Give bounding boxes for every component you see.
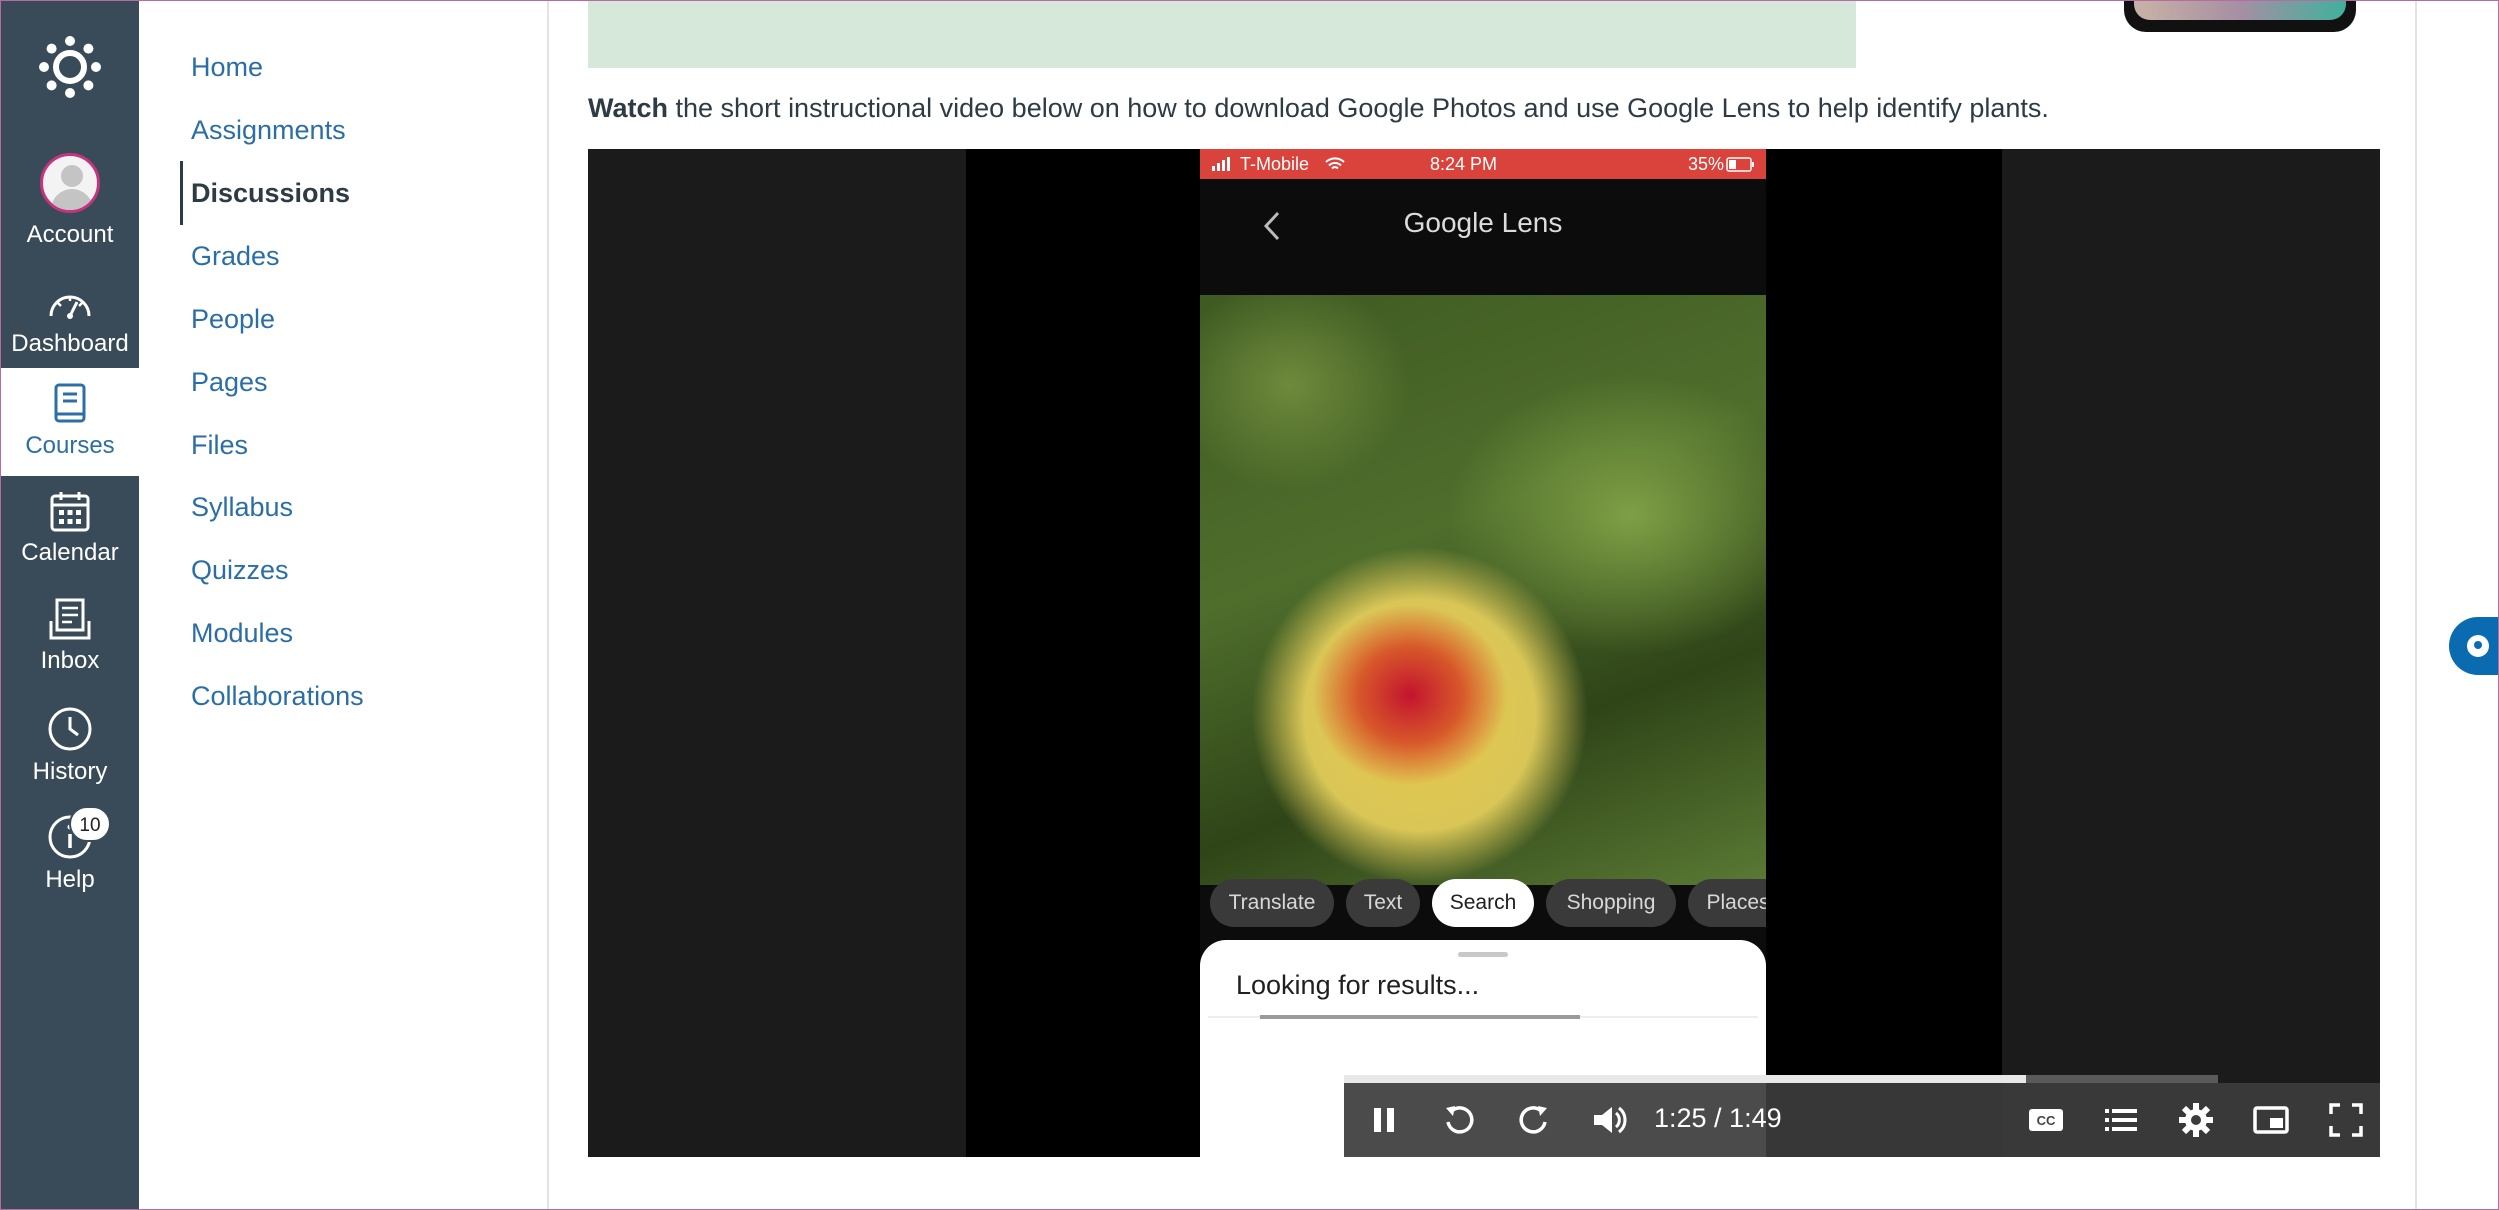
avatar (40, 153, 100, 213)
courses-book-icon (54, 383, 86, 423)
progress-played (1344, 1075, 2026, 1083)
video-controls: 1:25 / 1:49 CC (1344, 1083, 2380, 1157)
nav-inbox-label: Inbox (40, 647, 100, 674)
dashboard-gauge-icon (49, 295, 91, 319)
chip-places: Places (1688, 879, 1766, 927)
svg-text:CC: CC (2037, 1113, 2056, 1128)
calendar-icon (50, 492, 90, 532)
forward-icon[interactable] (1514, 1100, 1554, 1140)
nav-help-label: Help (45, 866, 95, 893)
loading-text: Looking for results... (1236, 970, 1480, 1000)
captions-icon[interactable]: CC (2026, 1100, 2066, 1140)
instruction-bold: Watch (588, 93, 668, 123)
nav-history-label: History (32, 758, 108, 785)
clock-label: 8:24 PM (1430, 154, 1498, 174)
nav-account-label: Account (26, 221, 114, 248)
course-navigation: Home Assignments Discussions Grades Peop… (139, 0, 549, 1210)
time-display: 1:25 / 1:49 (1654, 1103, 1782, 1133)
course-nav-files[interactable]: Files (191, 430, 248, 461)
course-nav-discussions[interactable]: Discussions (191, 178, 350, 209)
battery-icon (1726, 157, 1754, 172)
nav-courses[interactable]: Courses (1, 368, 139, 476)
phone-status-bar: T-Mobile 8:24 PM 35% (1200, 149, 1766, 179)
rewind-icon[interactable] (1439, 1100, 1479, 1140)
chapters-list-icon[interactable] (2101, 1100, 2141, 1140)
nav-account[interactable]: Account (1, 153, 139, 249)
inbox-icon (49, 598, 91, 640)
current-item-indicator (180, 161, 183, 225)
course-nav-syllabus[interactable]: Syllabus (191, 492, 293, 523)
accessibility-tool-button[interactable] (2449, 617, 2499, 675)
video-instructions: Watch the short instructional video belo… (588, 93, 2049, 124)
settings-gear-icon[interactable] (2176, 1100, 2216, 1140)
nav-courses-label: Courses (25, 432, 115, 459)
history-clock-icon (48, 707, 92, 751)
sheet-handle (1458, 952, 1508, 957)
flower-photo (1200, 295, 1766, 885)
nav-calendar-label: Calendar (21, 539, 119, 566)
course-nav-home[interactable]: Home (191, 52, 263, 83)
nav-inbox[interactable]: Inbox (1, 597, 139, 675)
chip-search: Search (1432, 879, 1534, 927)
nav-dashboard-label: Dashboard (11, 330, 129, 357)
chip-translate: Translate (1210, 879, 1334, 927)
carrier-label: T-Mobile (1240, 154, 1310, 174)
chip-text: Text (1346, 879, 1420, 927)
signal-icon (1212, 157, 1230, 171)
nav-history[interactable]: History (1, 706, 139, 786)
lens-title: Google Lens (1403, 207, 1563, 238)
picture-in-picture-icon[interactable] (2251, 1100, 2291, 1140)
course-nav-grades[interactable]: Grades (191, 241, 280, 272)
lens-mode-chips: Translate Text Search Shopping Places (1200, 879, 1766, 931)
course-nav-collaborations[interactable]: Collaborations (191, 681, 364, 712)
phone-image-thumbnail (2124, 0, 2356, 32)
loading-progress (1260, 1015, 1580, 1019)
lens-header: Google Lens (1200, 179, 1766, 295)
fullscreen-icon[interactable] (2326, 1100, 2366, 1140)
phone-recording: T-Mobile 8:24 PM 35% Google Lens Transla… (1200, 149, 1766, 1157)
help-notification-badge: 10 (69, 806, 111, 842)
instruction-text: the short instructional video below on h… (668, 93, 2049, 123)
video-progress-bar[interactable] (1344, 1075, 2218, 1083)
volume-icon[interactable] (1589, 1100, 1629, 1140)
course-nav-people[interactable]: People (191, 304, 275, 335)
course-nav-quizzes[interactable]: Quizzes (191, 555, 289, 586)
wifi-icon (1325, 157, 1345, 170)
video-player[interactable]: T-Mobile 8:24 PM 35% Google Lens Transla… (588, 149, 2380, 1157)
nav-dashboard[interactable]: Dashboard (1, 284, 139, 358)
tool-icon (2467, 635, 2489, 657)
chip-shopping: Shopping (1546, 879, 1676, 927)
global-navigation: Account Dashboard Courses Calendar Inbox… (1, 1, 139, 1209)
video-frame[interactable]: T-Mobile 8:24 PM 35% Google Lens Transla… (966, 149, 2380, 1157)
nav-calendar[interactable]: Calendar (1, 489, 139, 567)
callout-box (588, 0, 1856, 68)
course-nav-pages[interactable]: Pages (191, 367, 268, 398)
course-nav-assignments[interactable]: Assignments (191, 115, 346, 146)
pause-icon[interactable] (1364, 1100, 1404, 1140)
content-right-border (2415, 0, 2417, 1210)
course-nav-modules[interactable]: Modules (191, 618, 293, 649)
battery-label: 35% (1688, 154, 1725, 174)
canvas-logo-icon[interactable] (36, 33, 104, 101)
